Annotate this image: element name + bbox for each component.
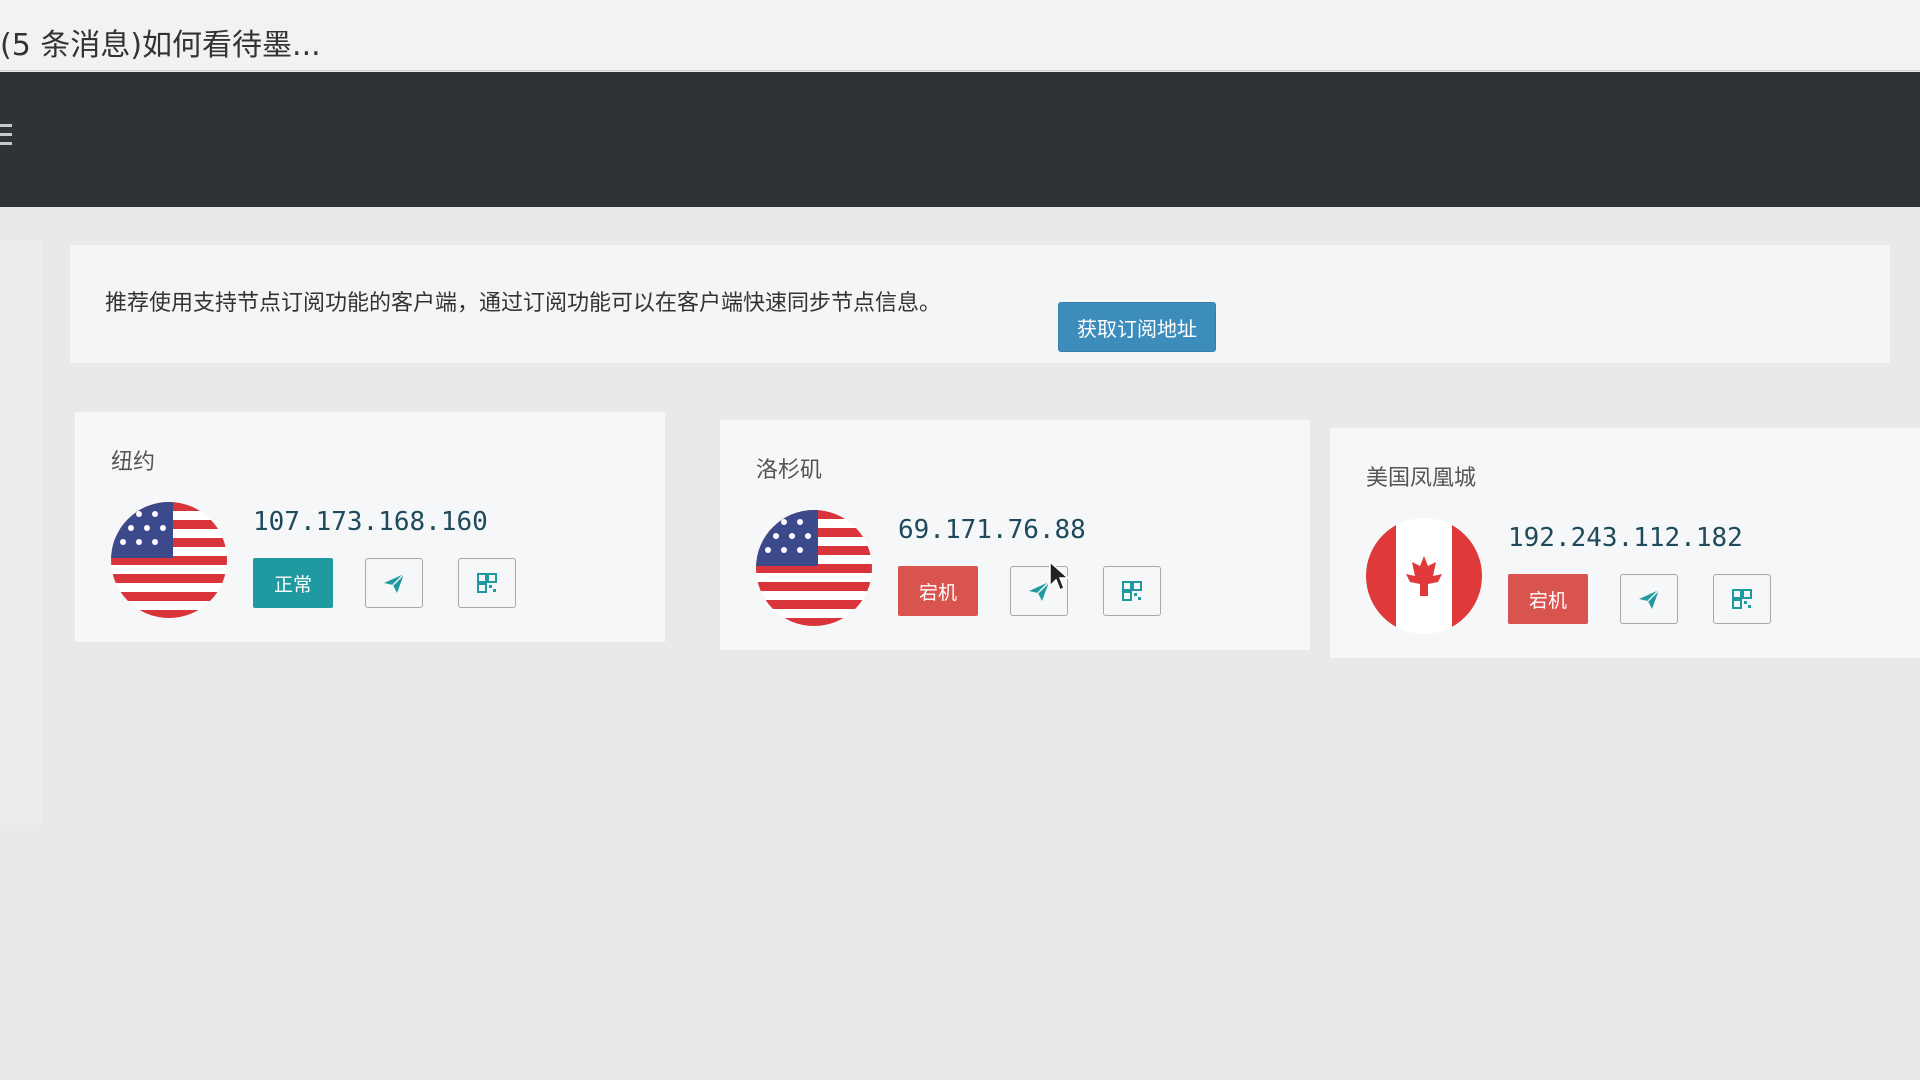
qr-code-button[interactable] xyxy=(458,558,516,608)
us-flag-icon xyxy=(111,502,227,618)
us-flag-icon xyxy=(756,510,872,626)
paper-plane-icon xyxy=(1639,589,1660,609)
qr-code-icon xyxy=(477,573,497,593)
node-ip-address: 69.171.76.88 xyxy=(898,515,1086,545)
qr-code-button[interactable] xyxy=(1103,566,1161,616)
ca-flag-icon xyxy=(1366,518,1482,634)
subscription-notice: 推荐使用支持节点订阅功能的客户端，通过订阅功能可以在客户端快速同步节点信息。 获… xyxy=(70,245,1890,363)
browser-tab-title[interactable]: (5 条消息)如何看待墨... xyxy=(0,20,321,64)
paper-plane-icon xyxy=(384,573,405,593)
status-badge[interactable]: 宕机 xyxy=(1508,574,1588,624)
status-badge[interactable]: 宕机 xyxy=(898,566,978,616)
node-name: 纽约 xyxy=(111,450,156,475)
qr-code-icon xyxy=(1732,589,1752,609)
node-ip-address: 192.243.112.182 xyxy=(1508,523,1743,553)
node-name: 洛杉矶 xyxy=(756,458,823,483)
top-navbar xyxy=(0,72,1920,207)
notice-text: 推荐使用支持节点订阅功能的客户端，通过订阅功能可以在客户端快速同步节点信息。 xyxy=(105,291,942,316)
share-node-button[interactable] xyxy=(365,558,423,608)
node-card: 美国凤凰城 192.243.112.182 宕机 xyxy=(1330,428,1920,658)
node-name: 美国凤凰城 xyxy=(1366,466,1477,491)
node-card: 洛杉矶 69.171.76.88 宕机 xyxy=(720,420,1310,650)
sidebar-edge xyxy=(0,240,42,825)
node-card: 纽约 107.173.168.160 正常 xyxy=(75,412,665,642)
qr-code-button[interactable] xyxy=(1713,574,1771,624)
browser-tab-bar: (5 条消息)如何看待墨... xyxy=(0,0,1920,71)
share-node-button[interactable] xyxy=(1620,574,1678,624)
node-ip-address: 107.173.168.160 xyxy=(253,507,488,537)
status-badge[interactable]: 正常 xyxy=(253,558,333,608)
qr-code-icon xyxy=(1122,581,1142,601)
mouse-cursor-icon xyxy=(1049,560,1070,592)
hamburger-menu-icon[interactable] xyxy=(0,124,12,154)
get-subscription-url-button[interactable]: 获取订阅地址 xyxy=(1058,302,1216,352)
